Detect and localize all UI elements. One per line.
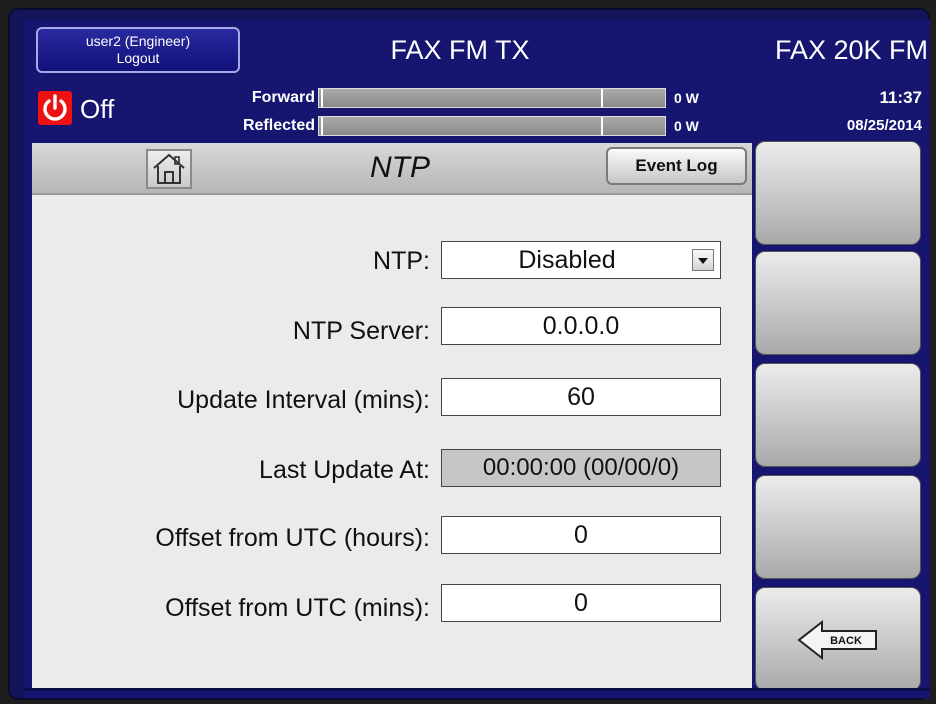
back-button[interactable]: BACK	[755, 587, 921, 691]
forward-label: Forward	[251, 89, 315, 106]
page-title: NTP	[370, 151, 430, 184]
offset-hours-label: Offset from UTC (hours):	[155, 524, 430, 552]
update-interval-input[interactable]: 60	[441, 378, 721, 416]
power-icon[interactable]	[38, 91, 72, 125]
reflected-power-value: 0 W	[674, 118, 699, 134]
ntp-select-value: Disabled	[518, 246, 616, 274]
reflected-power-meter	[318, 116, 666, 136]
home-icon	[153, 153, 185, 184]
home-button[interactable]	[146, 149, 192, 189]
offset-hours-input[interactable]: 0	[441, 516, 721, 554]
offset-mins-input[interactable]: 0	[441, 584, 721, 622]
offset-mins-label: Offset from UTC (mins):	[165, 594, 430, 622]
user-name: user2 (Engineer)	[85, 33, 191, 49]
last-update-label: Last Update At:	[259, 456, 430, 484]
user-logout-button[interactable]: user2 (Engineer) Logout	[36, 27, 240, 73]
last-update-value: 00:00:00 (00/00/0)	[441, 449, 721, 487]
back-label: BACK	[830, 635, 862, 647]
ntp-server-label: NTP Server:	[292, 317, 430, 345]
transmitter-title: FAX FM TX	[390, 35, 530, 65]
ntp-server-input[interactable]: 0.0.0.0	[441, 307, 721, 345]
bottom-border	[24, 688, 930, 691]
event-log-button[interactable]: Event Log	[606, 147, 747, 185]
chevron-down-icon[interactable]	[692, 249, 714, 271]
power-state-label: Off	[80, 94, 115, 124]
side-button-3[interactable]	[755, 363, 921, 467]
ntp-select[interactable]: Disabled	[441, 241, 721, 279]
update-interval-label: Update Interval (mins):	[177, 386, 430, 414]
forward-power-value: 0 W	[674, 90, 699, 106]
side-button-4[interactable]	[755, 475, 921, 579]
side-button-1[interactable]	[755, 141, 921, 245]
model-title: FAX 20K FM	[774, 35, 928, 65]
reflected-label: Reflected	[242, 117, 315, 134]
clock-date: 08/25/2014	[846, 117, 922, 134]
logout-label: Logout	[116, 50, 160, 66]
back-arrow-icon: BACK	[797, 619, 877, 661]
side-button-2[interactable]	[755, 251, 921, 355]
ntp-label: NTP:	[373, 247, 430, 275]
forward-power-meter	[318, 88, 666, 108]
clock-time: 11:37	[879, 88, 922, 107]
